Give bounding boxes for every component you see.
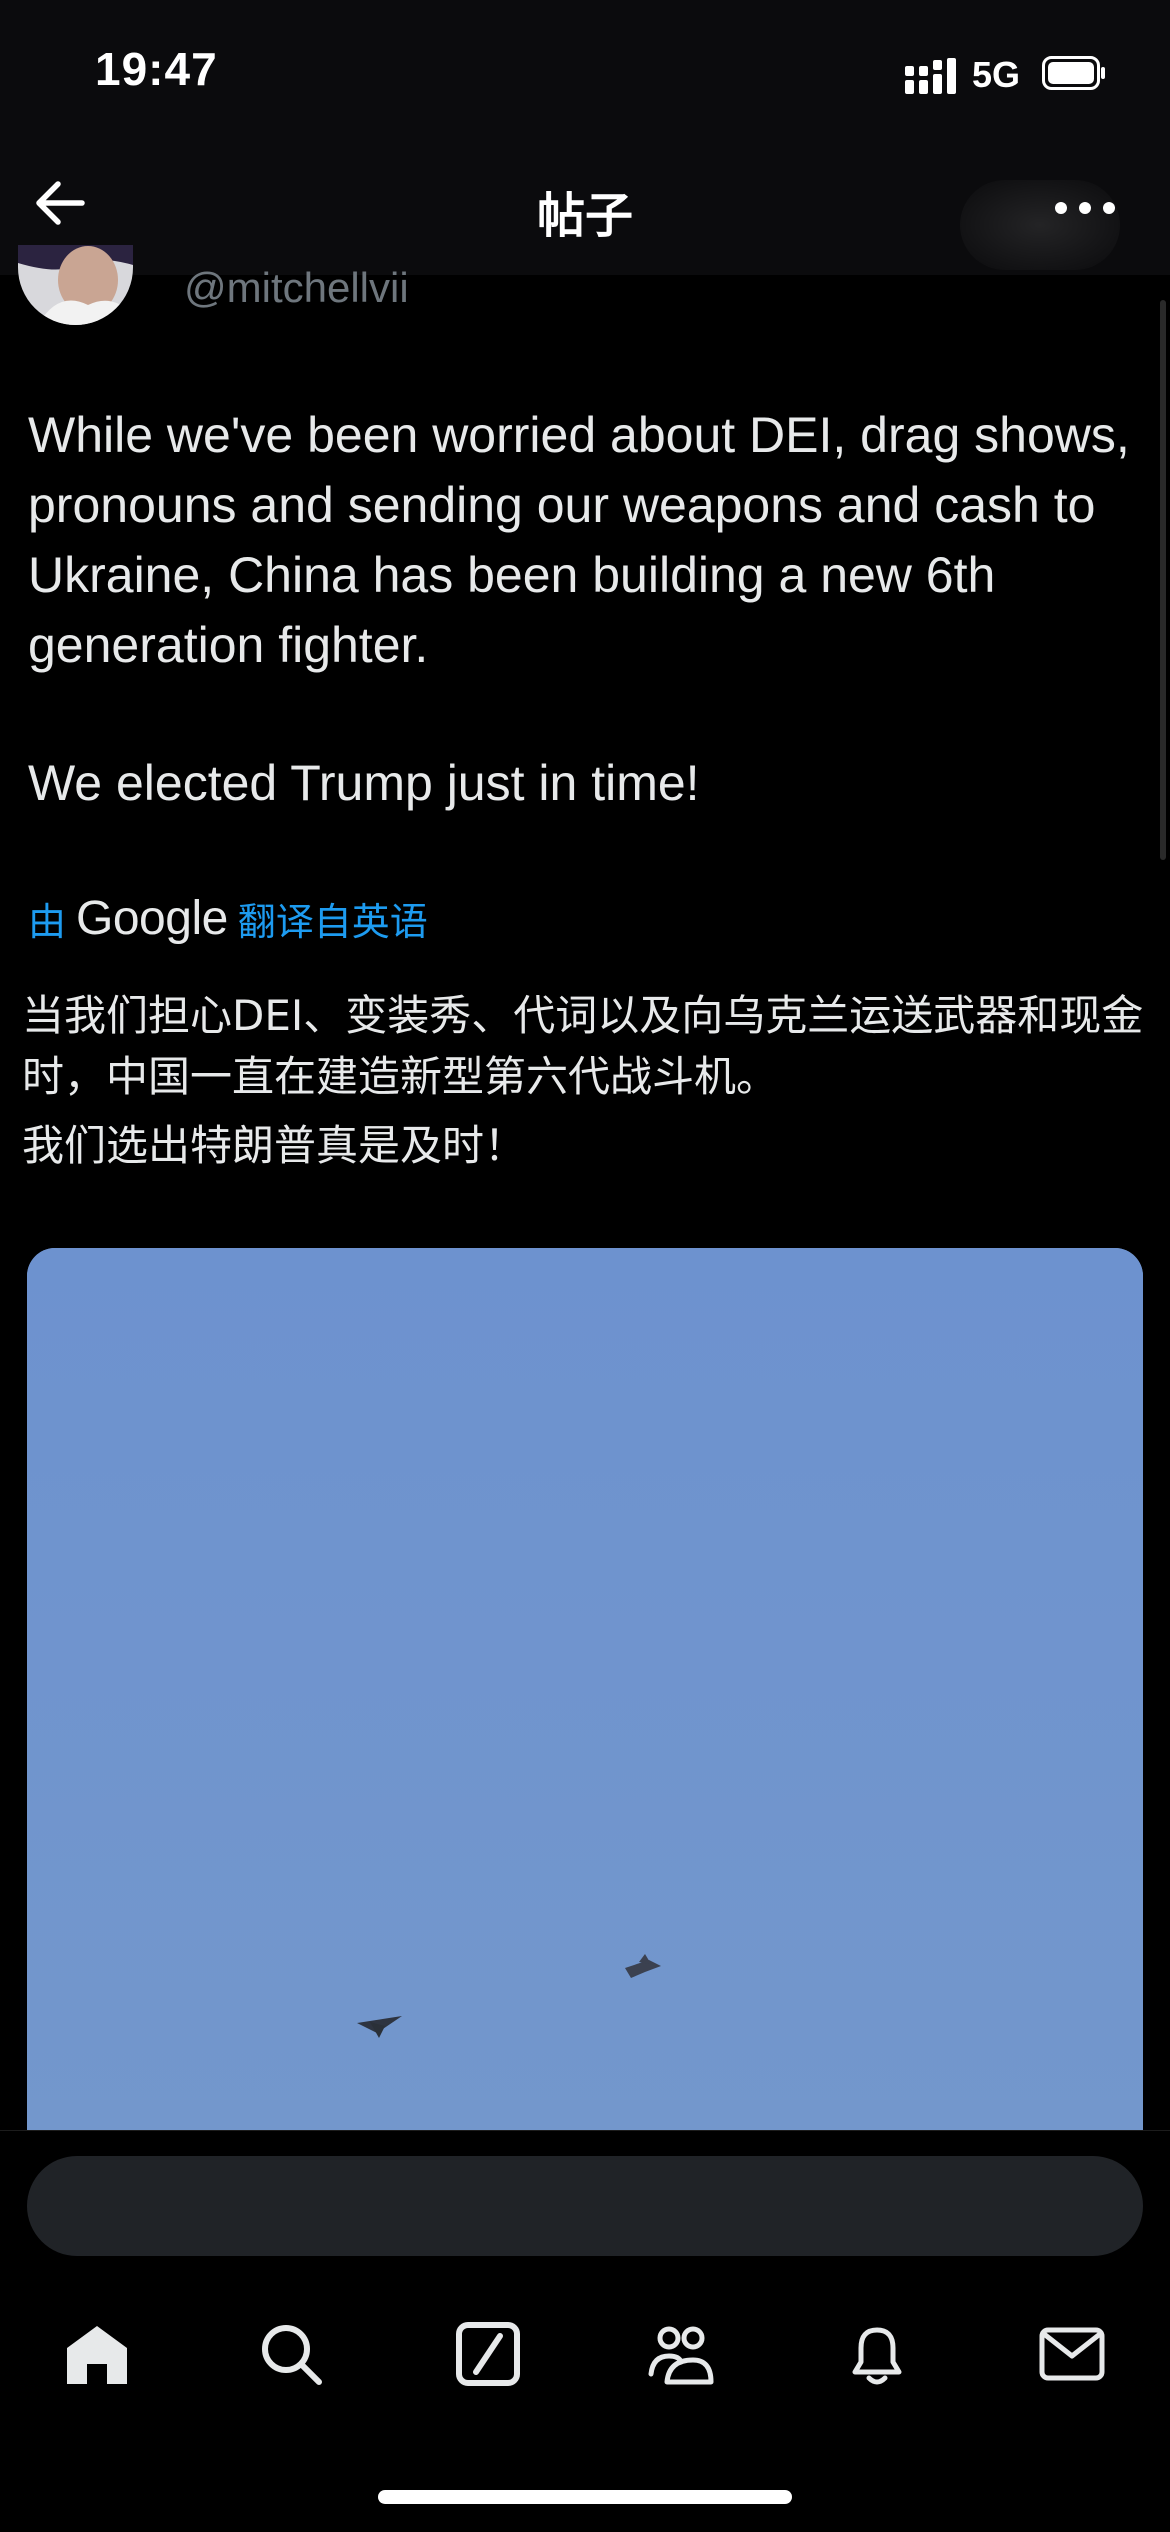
translate-link[interactable]: 翻译自英语 <box>238 891 428 946</box>
author-handle[interactable]: @mitchellvii <box>184 264 409 312</box>
battery-icon <box>1042 56 1105 90</box>
translated-paragraph: 当我们担心DEI、变装秀、代词以及向乌克兰运送武器和现金时，中国一直在建造新型第… <box>22 991 1144 1101</box>
screen: 19:47 5G 帖子 @mitchellvii While we've bee… <box>0 0 1170 2532</box>
translated-text: 当我们担心DEI、变装秀、代词以及向乌克兰运送武器和现金时，中国一直在建造新型第… <box>22 985 1157 1184</box>
scroll-indicator <box>1160 300 1166 860</box>
avatar[interactable] <box>18 245 133 325</box>
search-icon[interactable] <box>255 2318 327 2390</box>
translated-paragraph: 我们选出特朗普真是及时！ <box>22 1121 527 1170</box>
translation-attribution: 由 Google 翻译自英语 <box>28 888 428 948</box>
reply-input[interactable] <box>27 2156 1143 2256</box>
status-bar: 19:47 5G <box>0 0 1170 150</box>
messages-icon[interactable] <box>1036 2318 1108 2390</box>
grok-icon[interactable] <box>452 2318 524 2390</box>
post-paragraph: We elected Trump just in time! <box>28 755 700 811</box>
home-icon[interactable] <box>61 2318 133 2390</box>
post-paragraph: While we've been worried about DEI, drag… <box>28 407 1130 673</box>
notifications-icon[interactable] <box>841 2318 913 2390</box>
home-indicator[interactable] <box>378 2490 792 2504</box>
communities-icon[interactable] <box>645 2318 717 2390</box>
sky-image <box>27 1248 1143 2138</box>
post-text: While we've been worried about DEI, drag… <box>28 400 1153 886</box>
signal-icon <box>905 58 956 94</box>
page-title: 帖子 <box>536 190 633 243</box>
translated-by-label: 由 <box>28 901 67 944</box>
more-horizontal-icon[interactable] <box>1050 188 1120 228</box>
status-time: 19:47 <box>95 43 218 95</box>
google-logo: Google <box>76 891 228 945</box>
network-type: 5G <box>972 54 1021 95</box>
post-media-image[interactable] <box>27 1248 1143 2138</box>
